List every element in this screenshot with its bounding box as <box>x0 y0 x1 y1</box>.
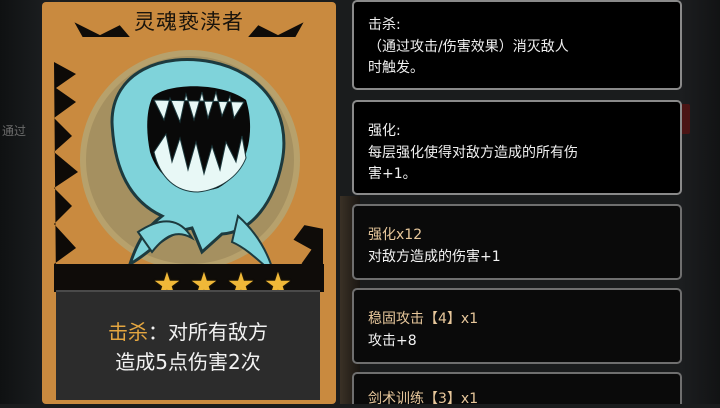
background-right <box>680 0 720 404</box>
modifier-item[interactable]: 强化x12 对敌方造成的伤害+1 <box>352 204 682 280</box>
card[interactable]: 灵魂亵渎者 ★ ★ ★ ★ 击杀：对所有敌方 造成5点伤害2次 <box>42 2 336 404</box>
keyword-tooltip-kill: 击杀: （通过攻击/伤害效果）消灭敌人 时触发。 <box>352 0 682 90</box>
card-description-line1-rest: ：对所有敌方 <box>148 320 268 344</box>
modifier-title: 强化x12 <box>368 227 423 243</box>
keyword-tooltip-text: 害+1。 <box>368 166 417 182</box>
modifier-effect: 攻击+8 <box>368 333 417 349</box>
modifier-title: 剑术训练【3】x1 <box>368 391 479 407</box>
keyword-tooltip-text: 时触发。 <box>368 60 424 76</box>
keyword-tooltip-text: （通过攻击/伤害效果）消灭敌人 <box>368 39 569 55</box>
card-description-keyword[interactable]: 击杀 <box>108 320 148 344</box>
keyword-tooltip-text: 每层强化使得对敌方造成的所有伤 <box>368 145 578 161</box>
background-left-label: 通过 <box>2 124 27 138</box>
modifier-effect: 对敌方造成的伤害+1 <box>368 249 501 265</box>
card-description-line2: 造成5点伤害2次 <box>115 350 261 374</box>
card-description: 击杀：对所有敌方 造成5点伤害2次 <box>56 290 320 400</box>
modifier-item[interactable]: 稳固攻击【4】x1 攻击+8 <box>352 288 682 364</box>
keyword-tooltip-title: 强化: <box>368 123 401 139</box>
modifier-title: 稳固攻击【4】x1 <box>368 311 479 327</box>
card-portrait <box>54 17 325 292</box>
card-description-line1: 击杀：对所有敌方 <box>56 316 320 345</box>
modifier-item[interactable]: 剑术训练【3】x1 <box>352 372 682 407</box>
keyword-tooltip-empower: 强化: 每层强化使得对敌方造成的所有伤 害+1。 <box>352 100 682 195</box>
keyword-tooltip-title: 击杀: <box>368 17 401 33</box>
portrait-frame-spikes <box>54 62 78 288</box>
